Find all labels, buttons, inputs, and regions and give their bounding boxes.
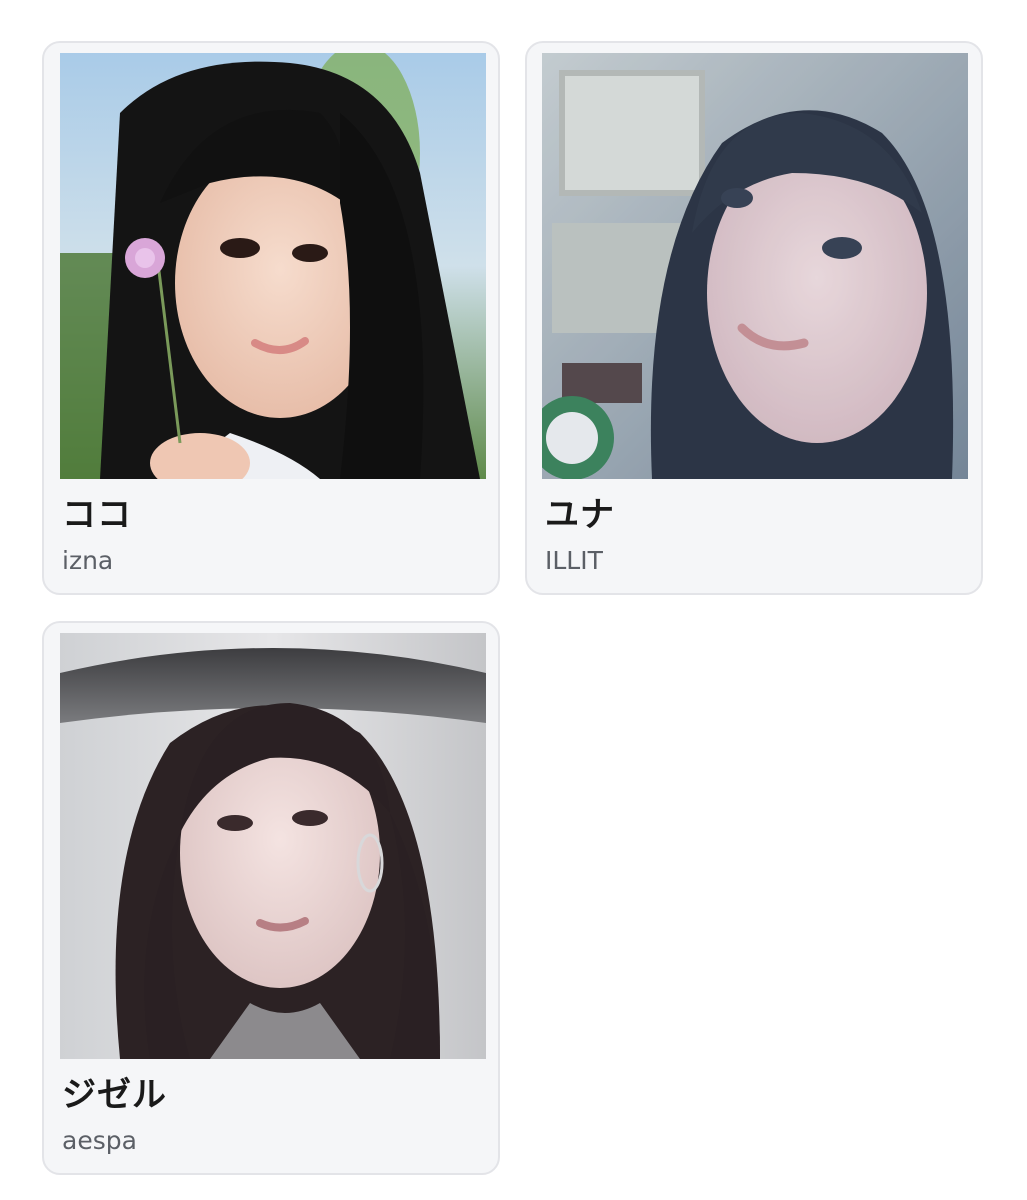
profile-photo xyxy=(60,633,486,1059)
profile-card[interactable]: ジゼル aespa xyxy=(42,621,500,1175)
profile-group: izna xyxy=(62,546,114,575)
profile-photo xyxy=(542,53,968,479)
profile-group: ILLIT xyxy=(545,546,603,575)
profile-card[interactable]: ユナ ILLIT xyxy=(525,41,983,595)
profile-name: ユナ xyxy=(545,495,615,535)
profile-group: aespa xyxy=(62,1126,137,1155)
profile-photo xyxy=(60,53,486,479)
profile-name: ココ xyxy=(62,495,132,535)
profile-name: ジゼル xyxy=(62,1075,167,1115)
profile-card[interactable]: ココ izna xyxy=(42,41,500,595)
profile-card-grid: ココ izna ユナ ILLIT ジゼル aespa xyxy=(0,0,1027,1200)
